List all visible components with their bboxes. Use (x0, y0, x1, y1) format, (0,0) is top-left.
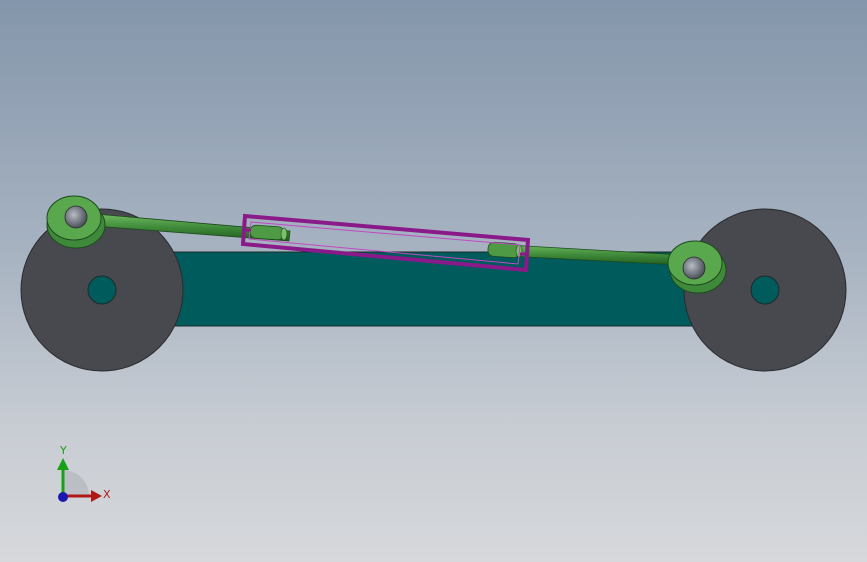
triad-y-label: Y (59, 444, 67, 457)
right-wheel-hub (750, 275, 780, 305)
right-rod-end-bore (682, 256, 706, 280)
left-wheel-hub (87, 275, 117, 305)
triad-x-label: X (103, 488, 111, 501)
model-canvas[interactable]: Y X (0, 0, 867, 562)
left-slider-pin[interactable] (249, 224, 288, 241)
triad-z-axis-dot (58, 492, 68, 502)
left-rod-end[interactable] (46, 195, 106, 249)
triad-plane-indicator (63, 470, 89, 496)
reference-triad: Y X (57, 444, 111, 502)
graphics-viewport[interactable]: Y X (0, 0, 867, 562)
triad-y-arrow-icon (57, 458, 69, 470)
left-rod-end-bore (64, 205, 88, 229)
triad-x-arrow-icon (91, 490, 102, 502)
